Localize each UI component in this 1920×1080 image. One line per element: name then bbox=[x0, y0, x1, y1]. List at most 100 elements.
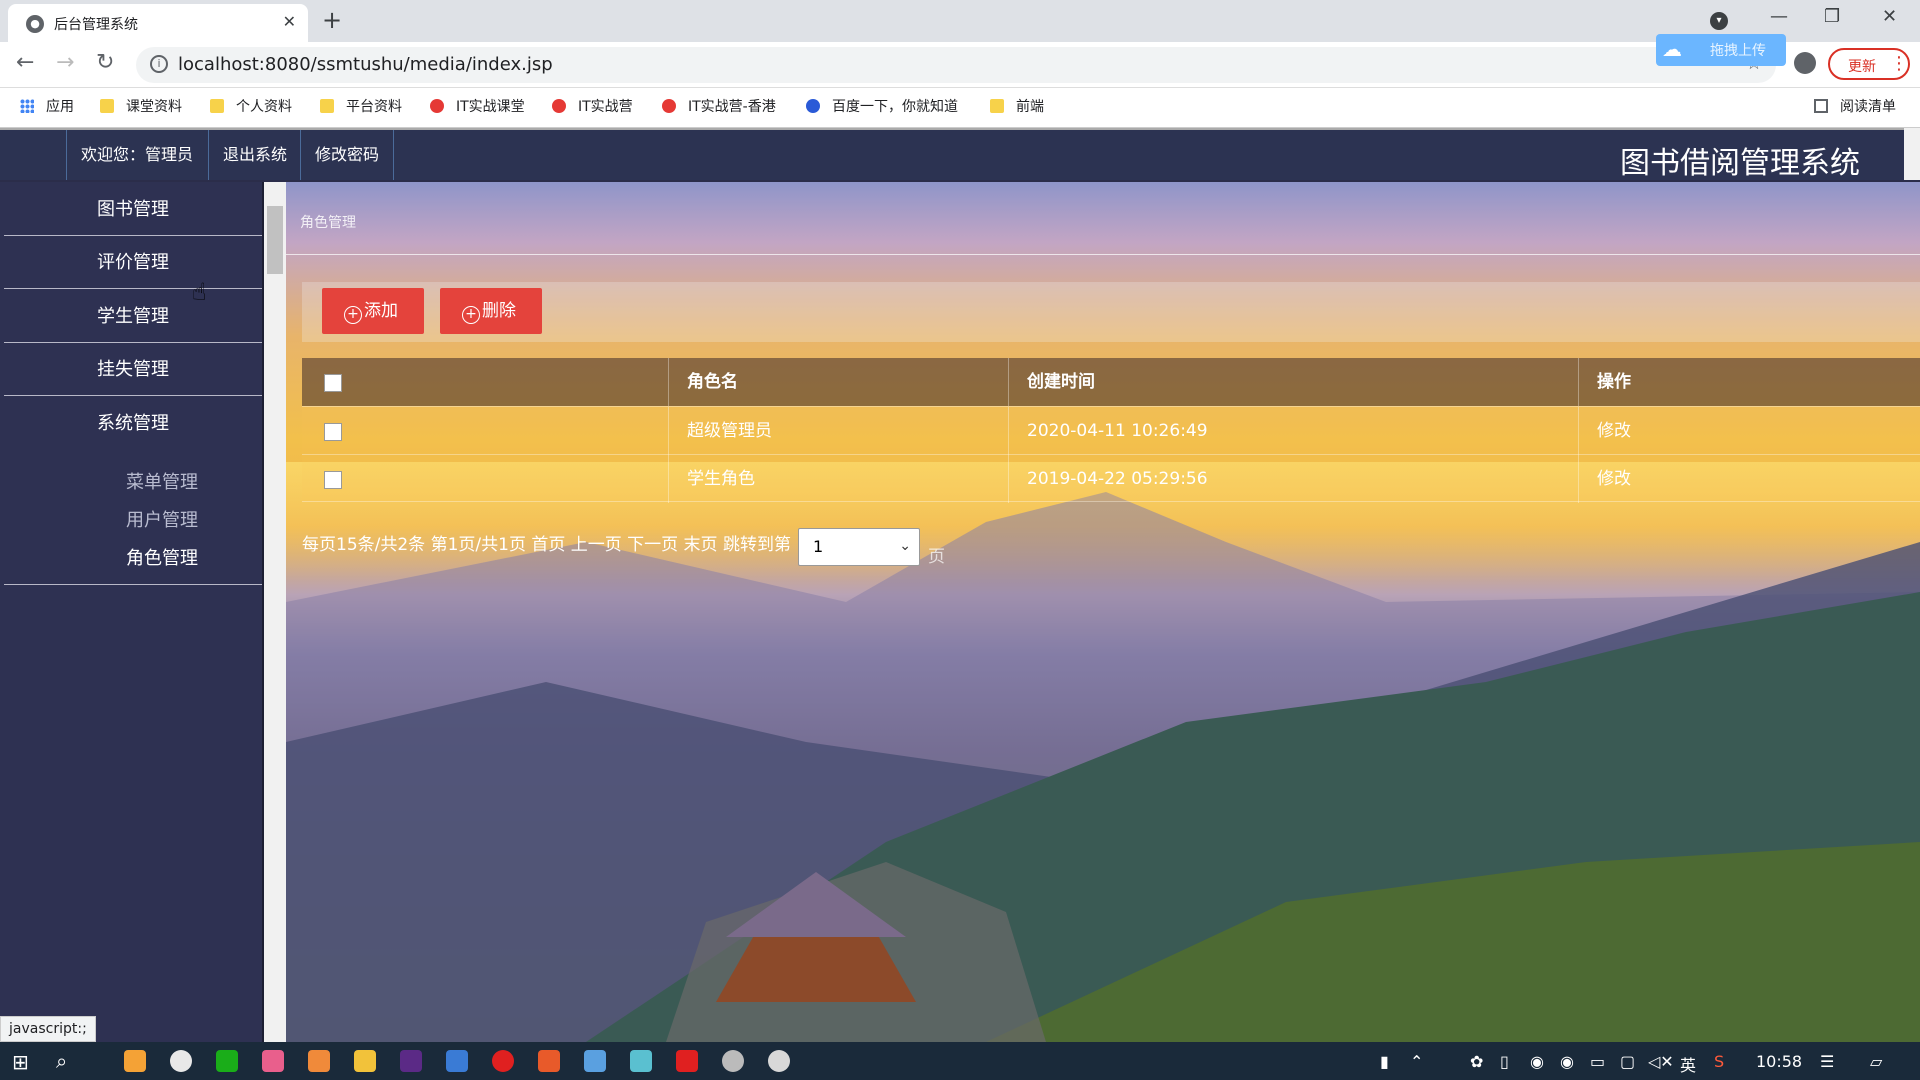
clock[interactable]: 10:58 bbox=[1756, 1052, 1802, 1071]
storage-icon[interactable]: ▭ bbox=[1590, 1052, 1605, 1071]
bookmark-item[interactable]: IT实战课堂 bbox=[430, 96, 525, 120]
app-icon[interactable] bbox=[124, 1050, 146, 1072]
windows-taskbar: ⊞ ⌕ ▮ ⌃ ✿ ▯ ◉ ◉ ▭ ▢ ◁✕ 英 S 10:58 ☰ ▱ bbox=[0, 1042, 1920, 1080]
app-icon[interactable] bbox=[446, 1050, 468, 1072]
bookmark-item[interactable]: 前端 bbox=[990, 96, 1044, 120]
bookmark-item[interactable]: 个人资料 bbox=[210, 96, 292, 120]
reload-icon[interactable]: ↻ bbox=[96, 50, 114, 75]
search-icon[interactable]: ⌕ bbox=[56, 1049, 67, 1073]
browser-tab[interactable]: ● 后台管理系统 ✕ bbox=[8, 4, 308, 42]
sidebar-scrollbar[interactable] bbox=[264, 182, 286, 1042]
settings-icon[interactable] bbox=[722, 1050, 744, 1072]
chat-icon[interactable] bbox=[768, 1050, 790, 1072]
site-info-icon[interactable]: i bbox=[150, 55, 168, 73]
bookmark-item[interactable]: IT实战营-香港 bbox=[662, 96, 776, 120]
pagination-suffix: 页 bbox=[928, 547, 945, 567]
page-scrollbar[interactable] bbox=[1904, 128, 1920, 180]
edit-link[interactable]: 修改 bbox=[1578, 455, 1920, 503]
bookmark-apps[interactable]: 应用 bbox=[20, 96, 74, 120]
tray-app-icon[interactable]: ✿ bbox=[1470, 1052, 1483, 1071]
app-icon[interactable] bbox=[262, 1050, 284, 1072]
sidebar-item-reviews[interactable]: 评价管理 bbox=[4, 237, 262, 289]
windows-start-icon[interactable]: ⊞ bbox=[12, 1050, 29, 1074]
browser-tab-strip: ● 后台管理系统 ✕ + ▾ — ❐ ✕ bbox=[0, 0, 1920, 42]
window-close-icon[interactable]: ✕ bbox=[1882, 6, 1897, 27]
add-label: 添加 bbox=[364, 301, 398, 321]
table-row: 超级管理员 2020-04-11 10:26:49 修改 bbox=[302, 406, 1920, 455]
qq-icon[interactable]: ◉ bbox=[1560, 1052, 1574, 1071]
netease-icon[interactable] bbox=[492, 1050, 514, 1072]
qq-icon[interactable]: ◉ bbox=[1530, 1052, 1544, 1071]
mouse-pointer-icon: ☝ bbox=[192, 278, 207, 306]
app-header: 欢迎您：管理员 退出系统 修改密码 图书借阅管理系统 bbox=[0, 128, 1904, 181]
sidebar-scroll-thumb[interactable] bbox=[267, 206, 283, 274]
page-select[interactable]: 1 ⌄ bbox=[798, 528, 920, 566]
ide-icon[interactable] bbox=[400, 1050, 422, 1072]
edit-link[interactable]: 修改 bbox=[1578, 407, 1920, 455]
microphone-icon[interactable]: ▯ bbox=[1500, 1052, 1509, 1071]
volume-muted-icon[interactable]: ◁✕ bbox=[1648, 1052, 1674, 1071]
app-icon[interactable] bbox=[538, 1050, 560, 1072]
back-icon[interactable]: ← bbox=[16, 50, 34, 75]
minimize-icon[interactable]: — bbox=[1770, 6, 1788, 27]
sidebar-sub-menu[interactable]: 菜单管理 bbox=[126, 468, 198, 494]
role-name: 学生角色 bbox=[668, 455, 1008, 503]
wps-icon[interactable] bbox=[676, 1050, 698, 1072]
network-icon[interactable]: ▢ bbox=[1620, 1052, 1635, 1071]
forward-icon[interactable]: → bbox=[56, 50, 74, 75]
chevron-down-icon: ⌄ bbox=[899, 538, 911, 554]
sidebar-item-system[interactable]: 系统管理 bbox=[4, 398, 262, 450]
bookmark-item[interactable]: 平台资料 bbox=[320, 96, 402, 120]
bookmark-item[interactable]: 课堂资料 bbox=[100, 96, 182, 120]
wechat-icon[interactable] bbox=[216, 1050, 238, 1072]
it-icon bbox=[552, 99, 566, 113]
tab-close-icon[interactable]: ✕ bbox=[283, 12, 296, 31]
profile-icon[interactable] bbox=[1794, 52, 1816, 74]
row-checkbox[interactable] bbox=[324, 471, 342, 489]
created-time: 2019-04-22 05:29:56 bbox=[1008, 455, 1578, 503]
baidu-upload-widget[interactable]: ☁ 拖拽上传 bbox=[1656, 34, 1786, 66]
logout-link[interactable]: 退出系统 bbox=[208, 130, 301, 180]
ime-indicator[interactable]: 英 bbox=[1680, 1052, 1696, 1076]
system-title: 图书借阅管理系统 bbox=[1620, 146, 1860, 181]
notifications-icon[interactable]: ☰ bbox=[1820, 1052, 1834, 1071]
file-explorer-icon[interactable] bbox=[354, 1050, 376, 1072]
url-text[interactable]: localhost:8080/ssmtushu/media/index.jsp bbox=[178, 54, 553, 75]
reading-list-icon bbox=[1814, 99, 1828, 113]
sogou-icon[interactable]: S bbox=[1714, 1052, 1724, 1071]
sidebar-item-lost-reports[interactable]: 挂失管理 bbox=[4, 344, 262, 396]
main-content: 角色管理 + 添加 + 删除 角色名 创建时间 操作 超级管理员 2020-04-1… bbox=[286, 182, 1920, 1042]
new-tab-button[interactable]: + bbox=[322, 6, 342, 34]
reading-list[interactable]: 阅读清单 bbox=[1814, 96, 1896, 120]
app-icon[interactable] bbox=[630, 1050, 652, 1072]
sidebar-sub-roles[interactable]: 角色管理 bbox=[126, 544, 198, 570]
tray-expand-icon[interactable]: ⌃ bbox=[1410, 1052, 1423, 1071]
bookmark-item[interactable]: IT实战营 bbox=[552, 96, 633, 120]
app-icon[interactable] bbox=[308, 1050, 330, 1072]
action-bar: + 添加 + 删除 bbox=[302, 282, 1920, 342]
plus-circle-icon: + bbox=[344, 306, 362, 324]
restore-icon[interactable]: ❐ bbox=[1824, 6, 1840, 27]
app-icon[interactable] bbox=[584, 1050, 606, 1072]
row-checkbox[interactable] bbox=[324, 423, 342, 441]
update-button[interactable]: 更新 ⋮ bbox=[1828, 48, 1910, 80]
address-bar[interactable]: i localhost:8080/ssmtushu/media/index.js… bbox=[136, 47, 1776, 83]
battery-icon[interactable]: ▮ bbox=[1380, 1052, 1389, 1071]
pagination-text[interactable]: 每页15条/共2条 第1页/共1页 首页 上一页 下一页 末页 跳转到第 bbox=[302, 530, 791, 555]
add-button[interactable]: + 添加 bbox=[322, 288, 424, 334]
more-menu-icon[interactable]: ⋮ bbox=[1890, 53, 1908, 74]
sidebar-item-students[interactable]: 学生管理 bbox=[4, 291, 262, 343]
bookmark-item[interactable]: 百度一下，你就知道 bbox=[806, 96, 958, 120]
tab-search-icon[interactable]: ▾ bbox=[1710, 12, 1728, 30]
action-center-icon[interactable]: ▱ bbox=[1870, 1052, 1882, 1071]
table-row: 学生角色 2019-04-22 05:29:56 修改 bbox=[302, 454, 1920, 503]
chrome-icon[interactable] bbox=[170, 1050, 192, 1072]
column-header: 操作 bbox=[1578, 358, 1920, 406]
baidu-paw-icon bbox=[806, 99, 820, 113]
sidebar-sub-users[interactable]: 用户管理 bbox=[126, 506, 198, 532]
sidebar-item-books[interactable]: 图书管理 bbox=[4, 184, 262, 236]
change-password-link[interactable]: 修改密码 bbox=[300, 130, 395, 180]
delete-button[interactable]: + 删除 bbox=[440, 288, 542, 334]
select-all-checkbox[interactable] bbox=[324, 374, 342, 392]
link-status-tooltip: javascript:; bbox=[0, 1016, 96, 1042]
